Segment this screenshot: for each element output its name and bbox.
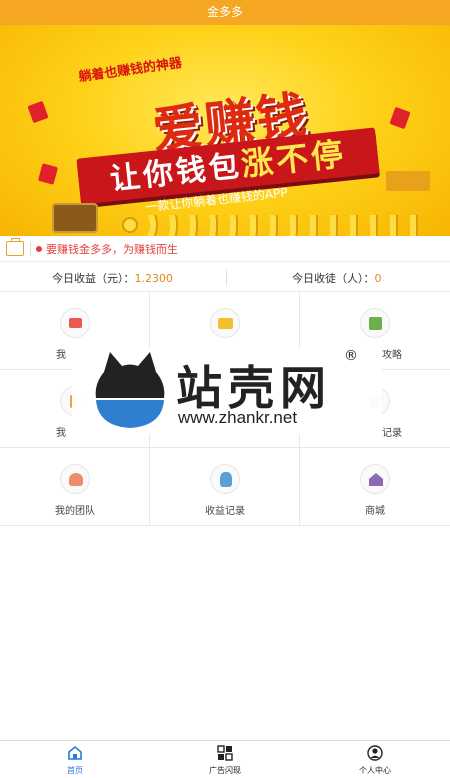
user-icon bbox=[367, 745, 383, 761]
coin-stack-icon bbox=[386, 171, 430, 191]
shop-icon bbox=[360, 464, 390, 494]
grid-item-team[interactable]: 我的团队 bbox=[0, 448, 150, 526]
tab-label: 首页 bbox=[67, 766, 83, 775]
tab-profile[interactable]: 个人中心 bbox=[300, 741, 450, 778]
guide-icon bbox=[360, 308, 390, 338]
tab-label: 广告闪现 bbox=[209, 766, 241, 775]
banner-ribbon-highlight: 涨不停 bbox=[239, 134, 348, 184]
notice-text: 要赚钱金多多，为赚钱而生 bbox=[46, 243, 178, 256]
registered-mark: ® bbox=[344, 348, 358, 364]
briefcase-icon bbox=[6, 238, 24, 256]
red-envelope-icon bbox=[389, 106, 411, 130]
grid-item-label: 收益记录 bbox=[205, 506, 245, 517]
income-stat: 今日收益（元）：1.2300 bbox=[52, 270, 173, 286]
watermark-url: www.zhankr.net bbox=[178, 408, 298, 427]
recruit-label: 今日收徒（人）： bbox=[292, 272, 375, 285]
home-icon bbox=[68, 745, 82, 760]
recruit-stat: 今日收徒（人）：0 bbox=[292, 270, 382, 286]
notice-dot-icon bbox=[36, 246, 42, 252]
recruit-value: 0 bbox=[374, 272, 382, 285]
team-icon bbox=[60, 464, 90, 494]
stats-bar: 今日收益（元）：1.2300 今日收徒（人）：0 bbox=[0, 264, 450, 292]
grid-item-income-record[interactable]: 收益记录 bbox=[150, 448, 300, 526]
tab-label: 个人中心 bbox=[359, 766, 391, 775]
income-value: 1.2300 bbox=[134, 272, 174, 285]
notice-bar[interactable]: 要赚钱金多多，为赚钱而生 bbox=[0, 236, 450, 262]
red-envelope-icon bbox=[37, 163, 59, 185]
red-envelope-icon bbox=[27, 100, 49, 124]
treasure-chest-icon bbox=[52, 203, 98, 233]
income-label: 今日收益（元）： bbox=[52, 272, 135, 285]
grid-item-label: 商城 bbox=[365, 506, 385, 517]
watermark-overlay: 站壳网 ® www.zhankr.net bbox=[72, 348, 382, 434]
divider bbox=[226, 270, 227, 286]
divider bbox=[30, 242, 31, 256]
grid-item-label: 我的团队 bbox=[55, 506, 95, 517]
banner-tagline: 躺着也赚钱的神器 bbox=[77, 55, 183, 86]
tab-ads[interactable]: 广告闪现 bbox=[150, 741, 300, 778]
gift-icon bbox=[60, 308, 90, 338]
money-bag-icon bbox=[210, 464, 240, 494]
watermark-logo-icon bbox=[95, 352, 165, 428]
tab-home[interactable]: 首页 bbox=[0, 741, 150, 778]
wallet-icon bbox=[210, 308, 240, 338]
grid-icon bbox=[217, 745, 233, 761]
app-title: 金多多 bbox=[0, 0, 450, 25]
promo-banner[interactable]: 躺着也赚钱的神器 爱赚钱 让你钱包涨不停 一款让你躺着也赚钱的APP bbox=[0, 25, 450, 240]
app-screen: 金多多 躺着也赚钱的神器 爱赚钱 让你钱包涨不停 一款让你躺着也赚钱的APP 要… bbox=[0, 0, 450, 778]
bottom-tab-bar: 首页 广告闪现 个人中心 bbox=[0, 740, 450, 778]
grid-item-shop[interactable]: 商城 bbox=[300, 448, 450, 526]
